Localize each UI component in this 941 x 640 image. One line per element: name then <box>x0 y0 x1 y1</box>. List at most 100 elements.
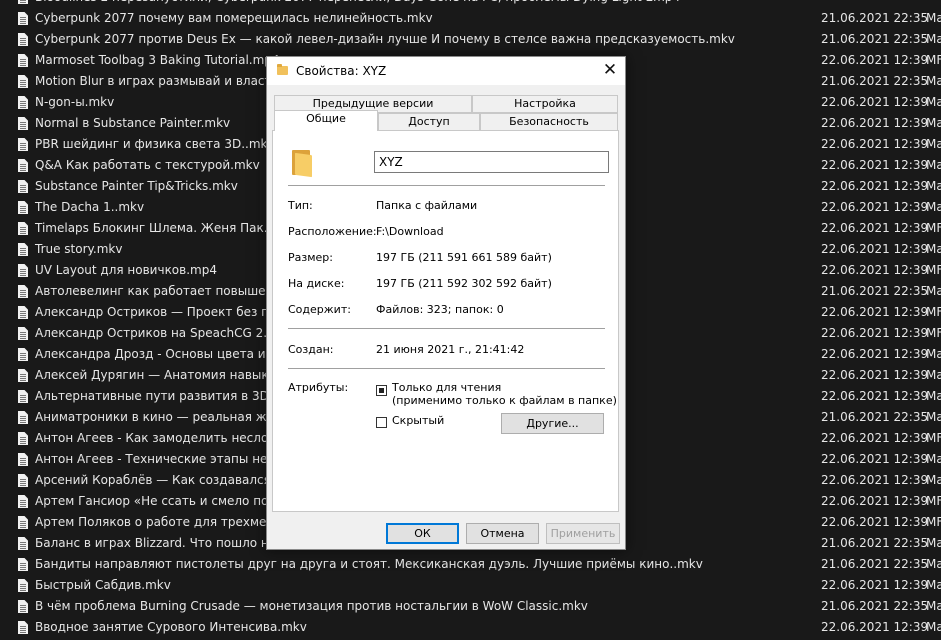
file-icon <box>18 558 28 571</box>
file-icon <box>18 0 28 4</box>
file-row[interactable]: Cyberpunk 2077 против Deus Ex — какой ле… <box>0 29 941 50</box>
contains-value: Файлов: 323; папок: 0 <box>376 303 504 316</box>
file-date: 22.06.2021 12:39 <box>821 137 929 151</box>
file-name: Bloodlines 2 перезапустили, Cyberpunk 20… <box>35 0 681 8</box>
file-date: 22.06.2021 12:39 <box>821 620 929 634</box>
file-row[interactable]: Бандиты направляют пистолеты друг на дру… <box>0 554 941 575</box>
size-label: Размер: <box>288 251 333 264</box>
folder-icon <box>277 64 288 75</box>
file-type: MF <box>926 431 941 445</box>
file-date: 22.06.2021 12:39 <box>821 53 929 67</box>
file-date: 22.06.2021 12:39 <box>821 515 929 529</box>
file-type: Ma <box>926 473 941 487</box>
file-icon <box>18 306 28 319</box>
file-icon <box>18 12 28 25</box>
file-type: Ma <box>926 179 941 193</box>
tab-sharing[interactable]: Доступ <box>378 113 480 131</box>
file-type: Ma <box>926 620 941 634</box>
file-row[interactable]: В чём проблема Burning Crusade — монетиз… <box>0 596 941 617</box>
file-icon <box>18 264 28 277</box>
file-type: Ma <box>926 347 941 361</box>
folder-name-input[interactable] <box>374 151 609 173</box>
file-date: 22.06.2021 12:39 <box>821 116 929 130</box>
hidden-label[interactable]: Скрытый <box>392 414 444 427</box>
file-type: Ma <box>926 389 941 403</box>
file-name: Substance Painter Tip&Tricks.mkv <box>35 179 238 193</box>
file-date: 21.06.2021 22:35 <box>821 557 929 571</box>
file-type: Ma <box>926 284 941 298</box>
file-date: 22.06.2021 12:39 <box>821 179 929 193</box>
file-type: Ma <box>926 368 941 382</box>
file-icon <box>18 243 28 256</box>
file-type: Ma <box>926 242 941 256</box>
file-icon <box>18 621 28 634</box>
close-button[interactable]: ✕ <box>595 57 625 85</box>
file-type: Ma <box>926 599 941 613</box>
file-date: 22.06.2021 12:39 <box>821 473 929 487</box>
file-date: 22.06.2021 12:39 <box>821 368 929 382</box>
file-name: Motion Blur в играх размывай и властвуй <box>35 74 294 88</box>
file-type: Ma <box>926 95 941 109</box>
file-type: Ma <box>926 200 941 214</box>
file-icon <box>18 369 28 382</box>
file-name: Альтернативные пути развития в 3D.mkv <box>35 389 299 403</box>
other-attributes-button[interactable]: Другие... <box>501 413 604 434</box>
size-value: 197 ГБ (211 591 661 589 байт) <box>376 251 552 264</box>
file-date: 22.06.2021 12:39 <box>821 347 929 361</box>
file-type: Ma <box>926 116 941 130</box>
file-name: Баланс в играх Blizzard. Что пошло не та… <box>35 536 302 550</box>
file-row[interactable]: Cyberpunk 2077 почему вам померещилась н… <box>0 8 941 29</box>
tab-security[interactable]: Безопасность <box>480 113 618 131</box>
tab-general[interactable]: Общие <box>274 110 378 131</box>
file-icon <box>18 474 28 487</box>
file-name: Быстрый Сабдив.mkv <box>35 578 171 592</box>
file-icon <box>18 201 28 214</box>
file-type: MF <box>926 515 941 529</box>
file-name: Артем Поляков о работе для трехмерщи <box>35 515 294 529</box>
hidden-checkbox[interactable] <box>376 417 387 428</box>
file-type: Ma <box>926 452 941 466</box>
file-row[interactable]: Bloodlines 2 перезапустили, Cyberpunk 20… <box>0 0 941 8</box>
cancel-button[interactable]: Отмена <box>466 523 539 544</box>
file-name: Артем Гансиор «Не ссать и смело посыла <box>35 494 300 508</box>
file-name: Q&A Как работать с текстурой.mkv <box>35 158 260 172</box>
file-date: 22.06.2021 12:39 <box>821 389 929 403</box>
separator <box>288 328 605 329</box>
readonly-note: (применимо только к файлам в папке) <box>392 394 617 407</box>
file-name: The Dacha 1..mkv <box>35 200 145 214</box>
apply-button[interactable]: Применить <box>546 523 620 544</box>
attributes-label: Атрибуты: <box>288 381 349 394</box>
file-icon <box>18 390 28 403</box>
file-date: 21.06.2021 22:35 <box>821 74 929 88</box>
file-name: Normal в Substance Painter.mkv <box>35 116 231 130</box>
file-name: Антон Агеев - Технические этапы несло <box>35 452 290 466</box>
file-name: Арсений Кораблёв — Как создавался Poly <box>35 473 300 487</box>
ok-button[interactable]: ОК <box>386 523 459 544</box>
file-icon <box>18 117 28 130</box>
file-name: True story.mkv <box>35 242 123 256</box>
tab-customize[interactable]: Настройка <box>472 95 618 113</box>
file-icon <box>18 33 28 46</box>
file-icon <box>18 285 28 298</box>
readonly-checkbox[interactable] <box>376 385 387 396</box>
file-name: Timelaps Блокинг Шлема. Женя Пак..mp4 <box>35 221 299 235</box>
file-row[interactable]: Быстрый Сабдив.mkv 22.06.2021 12:39 Ma <box>0 575 941 596</box>
dialog-title: Свойства: XYZ <box>296 64 387 78</box>
file-row[interactable]: Вводное занятие Сурового Интенсива.mkv 22… <box>0 617 941 638</box>
file-name: Антон Агеев - Как замоделить несложный <box>35 431 305 445</box>
file-type: Ma <box>926 578 941 592</box>
type-value: Папка с файлами <box>376 199 478 212</box>
file-date: 22.06.2021 12:39 <box>821 305 929 319</box>
file-icon <box>18 600 28 613</box>
readonly-label[interactable]: Только для чтения <box>392 381 501 394</box>
file-type: Ma <box>926 74 941 88</box>
dialog-titlebar[interactable]: Свойства: XYZ ✕ <box>267 57 625 85</box>
file-icon <box>18 516 28 529</box>
file-date: 22.06.2021 12:39 <box>821 494 929 508</box>
created-value: 21 июня 2021 г., 21:41:42 <box>376 343 525 356</box>
file-icon <box>18 537 28 550</box>
type-label: Тип: <box>288 199 313 212</box>
file-type: MF <box>926 263 941 277</box>
file-type: MF <box>926 221 941 235</box>
file-date: 22.06.2021 12:39 <box>821 95 929 109</box>
